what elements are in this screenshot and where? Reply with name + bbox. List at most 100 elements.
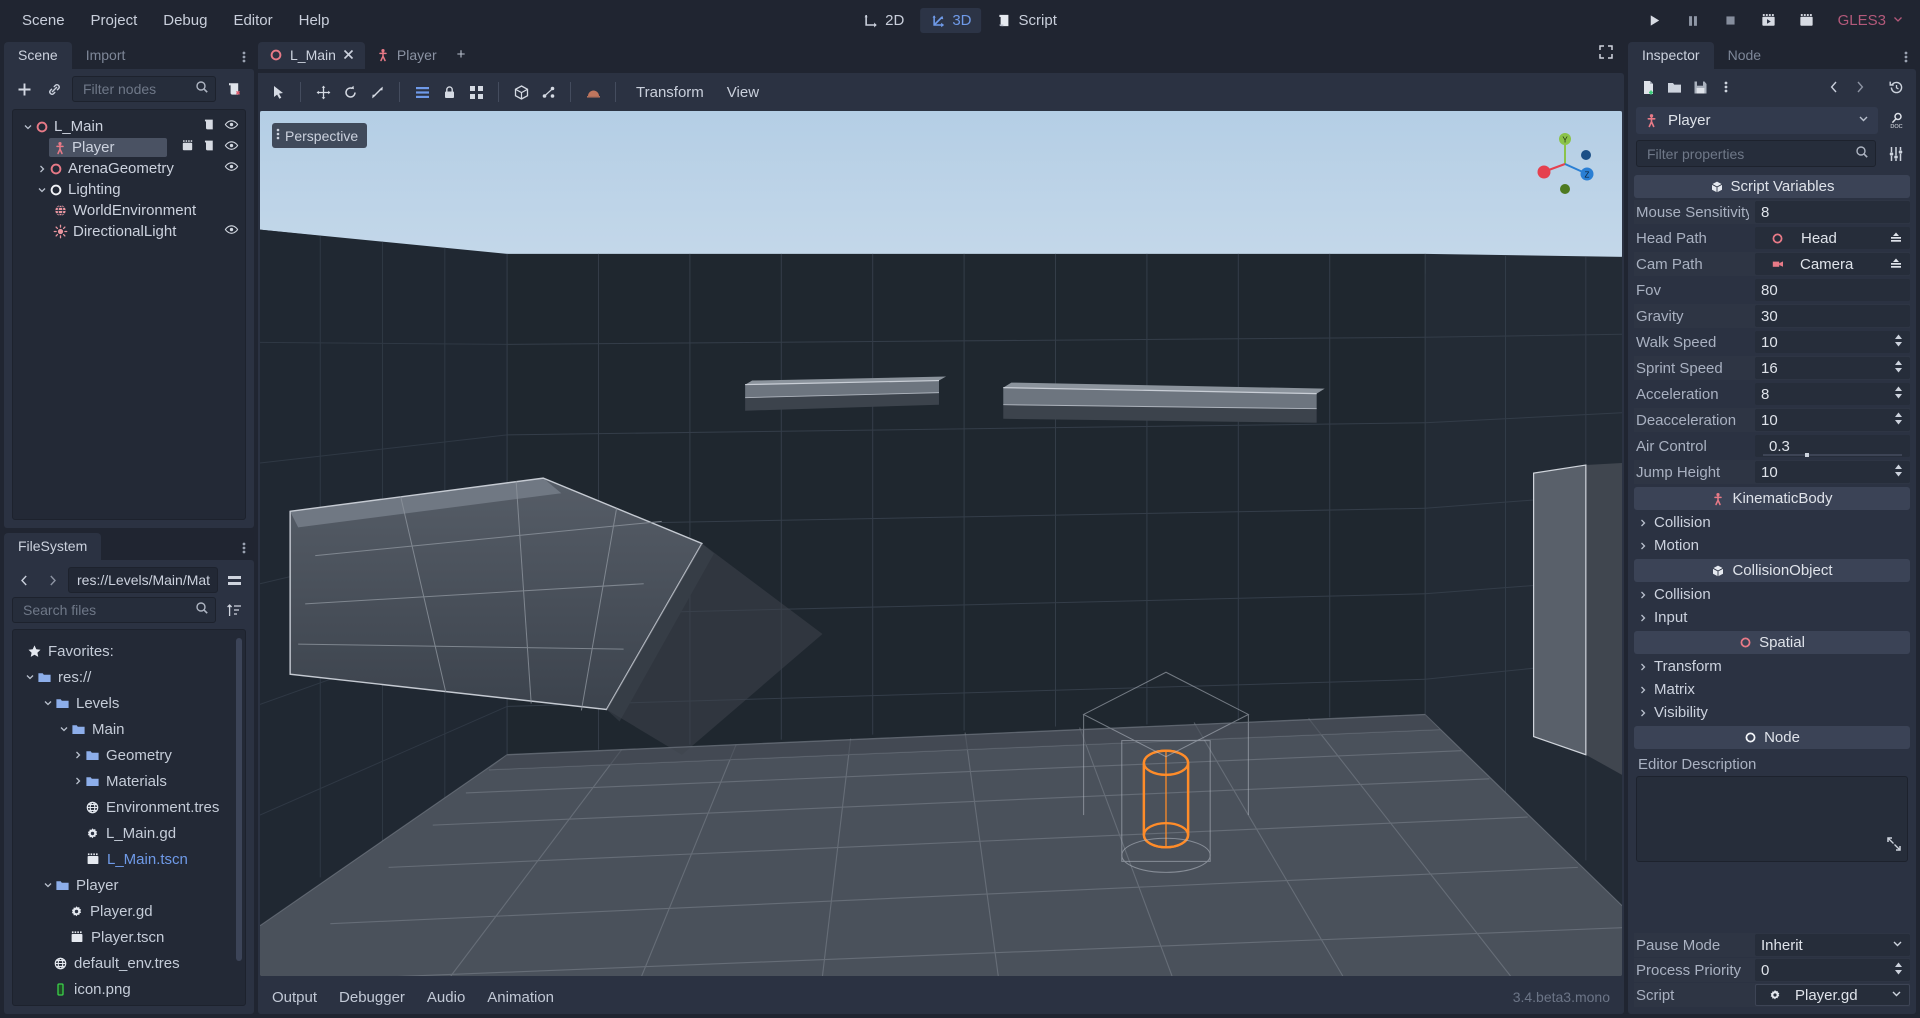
property-row-sprint-speed[interactable]: Sprint Speed 16 bbox=[1634, 356, 1910, 380]
filesystem-row-environment-tres[interactable]: Environment.tres bbox=[13, 794, 245, 820]
spatial-viewport[interactable]: Perspective Y Z bbox=[260, 111, 1622, 976]
scene-tree-row-arenageometry[interactable]: ArenaGeometry bbox=[13, 158, 245, 179]
spinner-icon[interactable] bbox=[1893, 463, 1904, 482]
chevron-down-icon[interactable] bbox=[41, 880, 55, 890]
property-value-dropdown[interactable]: Inherit bbox=[1755, 934, 1910, 956]
property-value-field[interactable]: 30 bbox=[1755, 305, 1910, 327]
tab-filesystem[interactable]: FileSystem bbox=[4, 533, 102, 560]
filesystem-row-main[interactable]: Main bbox=[13, 716, 245, 742]
mode-button-2d[interactable]: 2D bbox=[853, 8, 914, 33]
inspector-subsection-input[interactable]: Input bbox=[1634, 606, 1910, 629]
chevron-down-icon[interactable] bbox=[1891, 937, 1904, 954]
filesystem-row-player-folder[interactable]: Player bbox=[13, 872, 245, 898]
property-value-field[interactable]: 80 bbox=[1755, 279, 1910, 301]
inspector-category-kinematicbody[interactable]: KinematicBody bbox=[1634, 487, 1910, 510]
scene-dock-menu-button[interactable] bbox=[234, 49, 254, 69]
tab-inspector[interactable]: Inspector bbox=[1628, 42, 1714, 69]
move-mode-icon[interactable] bbox=[311, 80, 335, 104]
scene-tree-selected-item[interactable]: Player bbox=[49, 138, 167, 157]
create-script-icon[interactable] bbox=[222, 77, 246, 101]
property-value-spinbox[interactable]: 10 bbox=[1755, 331, 1910, 353]
filter-properties-input[interactable] bbox=[1647, 145, 1851, 162]
property-row-gravity[interactable]: Gravity 30 bbox=[1634, 304, 1910, 328]
menu-scene[interactable]: Scene bbox=[10, 7, 77, 34]
inspector-selected-object[interactable]: Player bbox=[1636, 107, 1878, 134]
filesystem-row-geometry[interactable]: Geometry bbox=[13, 742, 245, 768]
scene-tab-player[interactable]: Player bbox=[365, 42, 448, 69]
bottom-panel-debugger[interactable]: Debugger bbox=[339, 989, 405, 1006]
history-menu-icon[interactable] bbox=[1884, 75, 1908, 99]
editor-description-input[interactable] bbox=[1636, 776, 1908, 862]
property-value-field[interactable]: 8 bbox=[1755, 201, 1910, 223]
chevron-right-icon[interactable] bbox=[1638, 685, 1648, 695]
play-custom-scene-button[interactable] bbox=[1796, 10, 1818, 32]
slider-handle[interactable] bbox=[1804, 453, 1809, 457]
property-row-deacceleration[interactable]: Deacceleration 10 bbox=[1634, 408, 1910, 432]
lock-icon[interactable] bbox=[437, 80, 461, 104]
visibility-icon[interactable] bbox=[224, 159, 239, 178]
spinner-icon[interactable] bbox=[1893, 333, 1904, 352]
portal-icon[interactable] bbox=[536, 80, 560, 104]
chevron-down-icon[interactable] bbox=[1857, 112, 1870, 129]
chevron-right-icon[interactable] bbox=[1638, 708, 1648, 718]
mode-button-3d[interactable]: 3D bbox=[920, 8, 982, 33]
snap-box-icon[interactable] bbox=[509, 80, 533, 104]
chevron-down-icon[interactable] bbox=[23, 672, 37, 682]
spinner-icon[interactable] bbox=[1893, 411, 1904, 430]
assign-node-icon[interactable] bbox=[1888, 231, 1904, 245]
scene-tab-l-main[interactable]: L_Main bbox=[258, 42, 365, 69]
new-resource-icon[interactable] bbox=[1636, 75, 1660, 99]
property-row-mouse-sensitivity[interactable]: Mouse Sensitivity 8 bbox=[1634, 200, 1910, 224]
chevron-right-icon[interactable] bbox=[1638, 518, 1648, 528]
spinner-icon[interactable] bbox=[1893, 385, 1904, 404]
inspector-dock-menu-button[interactable] bbox=[1896, 49, 1916, 69]
nav-forward-icon[interactable] bbox=[40, 568, 64, 592]
inspector-subsection-collision-kb[interactable]: Collision bbox=[1634, 511, 1910, 534]
filesystem-row-player-gd[interactable]: Player.gd bbox=[13, 898, 245, 924]
bottom-panel-output[interactable]: Output bbox=[272, 989, 317, 1006]
spinner-icon[interactable] bbox=[1893, 359, 1904, 378]
viewport-axis-gizmo[interactable]: Y Z bbox=[1530, 129, 1600, 199]
chevron-right-icon[interactable] bbox=[71, 750, 85, 760]
filesystem-row-l-main-gd[interactable]: L_Main.gd bbox=[13, 820, 245, 846]
scene-tree-row-player[interactable]: Player bbox=[13, 137, 245, 158]
inspector-subsection-motion[interactable]: Motion bbox=[1634, 534, 1910, 557]
menu-help[interactable]: Help bbox=[287, 7, 342, 34]
filesystem-tree[interactable]: Favorites: res:// Levels Main Geometry M… bbox=[12, 629, 246, 1006]
chevron-right-icon[interactable] bbox=[71, 776, 85, 786]
play-scene-button[interactable] bbox=[1758, 10, 1780, 32]
doc-icon[interactable]: DOC bbox=[1884, 109, 1908, 133]
chevron-down-icon[interactable] bbox=[35, 185, 49, 195]
chevron-down-icon[interactable] bbox=[57, 724, 71, 734]
property-row-script[interactable]: Script Player.gd bbox=[1634, 983, 1910, 1007]
scene-tree-row-worldenvironment[interactable]: WorldEnvironment bbox=[13, 200, 245, 221]
list-select-icon[interactable] bbox=[410, 80, 434, 104]
property-row-walk-speed[interactable]: Walk Speed 10 bbox=[1634, 330, 1910, 354]
assign-node-icon[interactable] bbox=[1888, 257, 1904, 271]
mode-button-script[interactable]: Script bbox=[988, 8, 1067, 33]
signal-icon[interactable] bbox=[180, 138, 195, 157]
rotate-mode-icon[interactable] bbox=[338, 80, 362, 104]
property-row-air-control[interactable]: Air Control 0.3 bbox=[1634, 434, 1910, 458]
property-row-head-path[interactable]: Head Path Head bbox=[1634, 226, 1910, 250]
filesystem-row-levels[interactable]: Levels bbox=[13, 690, 245, 716]
chevron-right-icon[interactable] bbox=[35, 164, 49, 174]
property-value-spinbox[interactable]: 16 bbox=[1755, 357, 1910, 379]
chevron-down-icon[interactable] bbox=[41, 698, 55, 708]
pause-button[interactable] bbox=[1682, 10, 1704, 32]
scene-tree[interactable]: L_Main Player ArenaGeometry Lighting Wor… bbox=[12, 109, 246, 520]
menu-debug[interactable]: Debug bbox=[151, 7, 219, 34]
property-row-fov[interactable]: Fov 80 bbox=[1634, 278, 1910, 302]
inspector-subsection-matrix[interactable]: Matrix bbox=[1634, 678, 1910, 701]
property-value-resource[interactable]: Player.gd bbox=[1755, 984, 1910, 1006]
scene-tree-row-directionallight[interactable]: DirectionalLight bbox=[13, 221, 245, 242]
tab-node[interactable]: Node bbox=[1714, 42, 1775, 69]
script-icon[interactable] bbox=[203, 118, 216, 135]
tab-scene[interactable]: Scene bbox=[4, 42, 72, 69]
visibility-icon[interactable] bbox=[224, 117, 239, 136]
menu-project[interactable]: Project bbox=[79, 7, 150, 34]
chevron-right-icon[interactable] bbox=[1638, 662, 1648, 672]
visibility-icon[interactable] bbox=[224, 222, 239, 241]
property-value-spinbox[interactable]: 8 bbox=[1755, 383, 1910, 405]
save-icon[interactable] bbox=[1688, 75, 1712, 99]
